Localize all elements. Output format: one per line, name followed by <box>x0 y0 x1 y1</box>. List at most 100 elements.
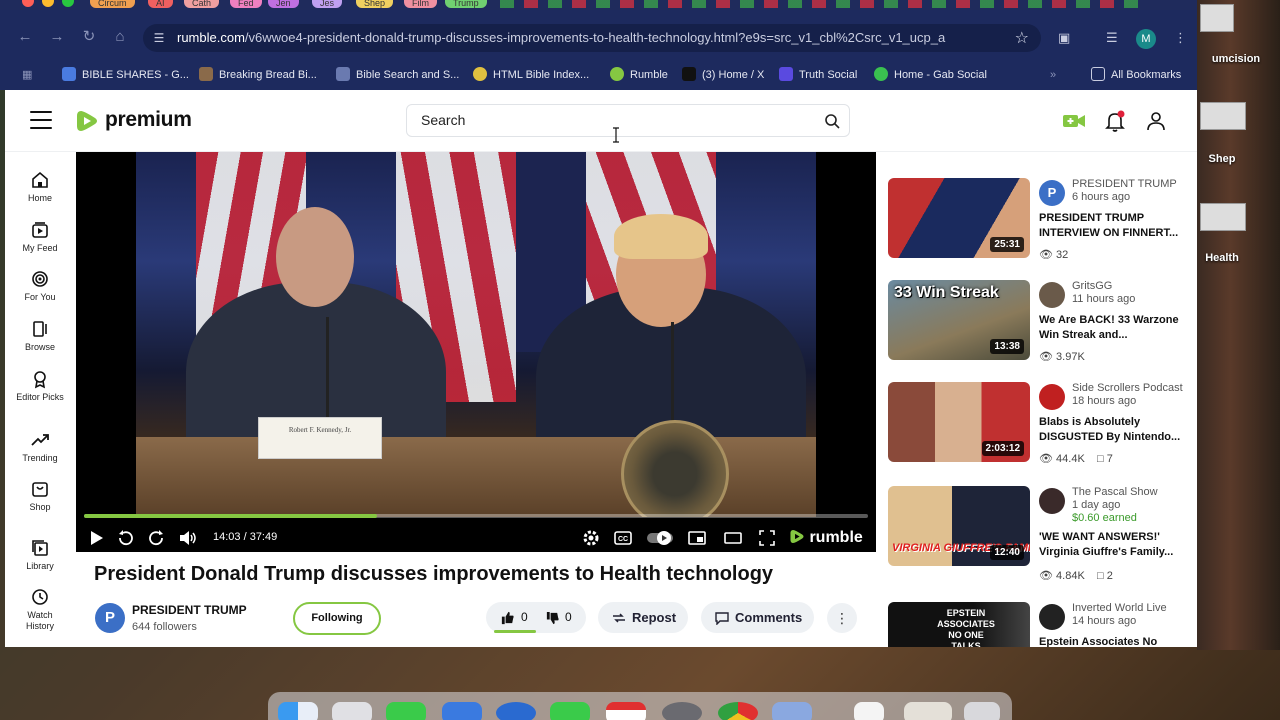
volume-icon[interactable] <box>178 528 198 548</box>
closed-captions-icon[interactable]: CC <box>613 528 633 548</box>
sidebar-item-library[interactable]: Library <box>5 538 75 572</box>
profile-avatar[interactable]: M <box>1136 29 1156 49</box>
home-button[interactable]: ⌂ <box>111 28 129 46</box>
url-text[interactable]: rumble.com/v6wwoe4-president-donald-trum… <box>177 30 977 45</box>
channel-avatar[interactable] <box>1039 282 1065 308</box>
tab-group-film[interactable]: Film <box>404 0 437 8</box>
rumble-watermark[interactable]: rumble <box>789 528 863 547</box>
thumbs-up-icon[interactable] <box>500 610 515 625</box>
play-icon[interactable] <box>86 528 106 548</box>
video-frame[interactable]: Robert F. Kennedy, Jr. <box>136 152 816 517</box>
user-account-icon[interactable] <box>1144 109 1168 133</box>
recommended-video[interactable]: 25:31 P PRESIDENT TRUMP 6 hours ago PRES… <box>888 178 1188 273</box>
tab-search-icon[interactable]: ☰ <box>1106 30 1118 46</box>
tab-group-jen[interactable]: Jen <box>268 0 299 8</box>
search-box[interactable] <box>406 104 850 137</box>
document-icon[interactable] <box>854 702 884 720</box>
channel-name[interactable]: GritsGG <box>1072 280 1112 292</box>
all-bookmarks-folder[interactable]: All Bookmarks <box>1091 66 1181 84</box>
desktop-file-thumbnail[interactable] <box>1200 102 1246 130</box>
notifications-bell-icon[interactable] <box>1103 109 1127 133</box>
fullscreen-icon[interactable] <box>757 528 777 548</box>
tab-favicons-strip[interactable] <box>500 0 1140 8</box>
sidebar-item-editor-picks[interactable]: Editor Picks <box>5 369 75 403</box>
channel-name[interactable]: Inverted World Live <box>1072 602 1167 614</box>
channel-name[interactable]: PRESIDENT TRUMP <box>132 603 247 617</box>
minimize-window-button[interactable] <box>42 0 54 7</box>
channel-avatar[interactable]: P <box>95 603 125 633</box>
search-icon[interactable] <box>824 113 840 129</box>
tab-group-cath[interactable]: Cath <box>184 0 220 8</box>
video-title[interactable]: 'WE WANT ANSWERS!' Virginia Giuffre's Fa… <box>1039 530 1189 560</box>
sidebar-item-watch-history[interactable]: Watch History <box>5 587 75 632</box>
video-thumbnail[interactable]: 25:31 <box>888 178 1030 258</box>
sidebar-item-my-feed[interactable]: My Feed <box>5 220 75 254</box>
more-options-icon[interactable]: ⋮ <box>827 603 857 633</box>
video-title[interactable]: Blabs is Absolutely DISGUSTED By Nintend… <box>1039 415 1189 445</box>
messages-icon[interactable] <box>386 702 426 720</box>
sidebar-item-browse[interactable]: Browse <box>5 319 75 353</box>
back-button[interactable]: ← <box>16 28 34 46</box>
chrome-icon[interactable] <box>718 702 758 720</box>
sidebar-item-shop[interactable]: Shop <box>5 479 75 513</box>
launchpad-icon[interactable] <box>332 702 372 720</box>
channel-name[interactable]: The Pascal Show <box>1072 486 1158 498</box>
mail-icon[interactable] <box>442 702 482 720</box>
bookmarks-overflow-icon[interactable]: » <box>1050 66 1056 84</box>
channel-avatar[interactable] <box>1039 488 1065 514</box>
bookmark-item[interactable]: Truth Social <box>779 66 857 84</box>
cast-icon[interactable]: ▣ <box>1058 30 1070 46</box>
recommended-video[interactable]: EPSTEIN ASSOCIATES NO ONE TALKS ABOUT In… <box>888 602 1188 647</box>
recommended-video[interactable]: VIRGINIA GIUFFRE'S FAMILY 12:40 The Pasc… <box>888 486 1189 582</box>
bookmark-item[interactable]: HTML Bible Index... <box>473 66 589 84</box>
preview-icon[interactable] <box>772 702 812 720</box>
video-player[interactable]: Robert F. Kennedy, Jr. 14:03 / 37:49 CC … <box>76 152 876 552</box>
system-settings-icon[interactable] <box>662 702 702 720</box>
tab-group-fed[interactable]: Fed <box>230 0 262 8</box>
bookmark-item[interactable]: Home - Gab Social <box>874 66 987 84</box>
tab-group-jes[interactable]: Jes <box>312 0 343 8</box>
desktop-file-thumbnail[interactable] <box>1200 203 1246 231</box>
theater-mode-icon[interactable] <box>723 528 743 548</box>
following-button[interactable]: Following <box>293 602 381 635</box>
channel-avatar[interactable] <box>1039 384 1065 410</box>
finder-icon[interactable] <box>278 702 318 720</box>
video-thumbnail[interactable]: VIRGINIA GIUFFRE'S FAMILY 12:40 <box>888 486 1030 566</box>
forward-skip-icon[interactable] <box>147 528 167 548</box>
sidebar-item-for-you[interactable]: For You <box>5 269 75 303</box>
bookmark-star-icon[interactable]: ☆ <box>1015 28 1029 48</box>
channel-avatar[interactable]: P <box>1039 180 1065 206</box>
comments-button[interactable]: Comments <box>701 602 814 633</box>
close-window-button[interactable] <box>22 0 34 7</box>
safari-icon[interactable] <box>496 702 536 720</box>
channel-name[interactable]: PRESIDENT TRUMP <box>1072 178 1177 190</box>
video-title[interactable]: We Are BACK! 33 Warzone Win Streak and..… <box>1039 313 1189 343</box>
bookmark-item[interactable]: Bible Search and S... <box>336 66 459 84</box>
desktop-file-thumbnail[interactable] <box>1200 4 1234 32</box>
search-input[interactable] <box>421 112 801 128</box>
tab-group-ai[interactable]: AI <box>148 0 173 8</box>
menu-icon[interactable] <box>30 111 52 129</box>
tab-group-trump[interactable]: Trump <box>445 0 487 8</box>
sidebar-item-home[interactable]: Home <box>5 170 75 204</box>
video-thumbnail[interactable]: 2:03:12 <box>888 382 1030 462</box>
browser-menu-icon[interactable]: ⋮ <box>1174 30 1187 46</box>
repost-button[interactable]: Repost <box>598 602 688 633</box>
channel-avatar[interactable] <box>1039 604 1065 630</box>
recommended-video[interactable]: 2:03:12 Side Scrollers Podcast 18 hours … <box>888 382 1188 477</box>
downloads-stack-icon[interactable] <box>904 702 952 720</box>
apps-grid-icon[interactable]: ▦ <box>22 66 32 84</box>
video-title[interactable]: PRESIDENT TRUMP INTERVIEW ON FINNERT... <box>1039 211 1189 241</box>
trash-icon[interactable] <box>964 702 1000 720</box>
progress-bar[interactable] <box>84 514 868 518</box>
desktop-file-label[interactable]: umcision <box>1196 53 1276 65</box>
settings-gear-icon[interactable] <box>581 528 601 548</box>
video-thumbnail[interactable]: EPSTEIN ASSOCIATES NO ONE TALKS ABOUT <box>888 602 1030 647</box>
tab-group-circum[interactable]: Circum <box>90 0 135 8</box>
channel-name[interactable]: Side Scrollers Podcast <box>1072 382 1183 394</box>
site-info-icon[interactable]: ☰ <box>151 30 167 46</box>
autoplay-toggle[interactable] <box>646 528 674 548</box>
video-thumbnail[interactable]: 33 Win Streak 13:38 <box>888 280 1030 360</box>
bookmark-item[interactable]: Breaking Bread Bi... <box>199 66 317 84</box>
bookmark-item[interactable]: Rumble <box>610 66 668 84</box>
